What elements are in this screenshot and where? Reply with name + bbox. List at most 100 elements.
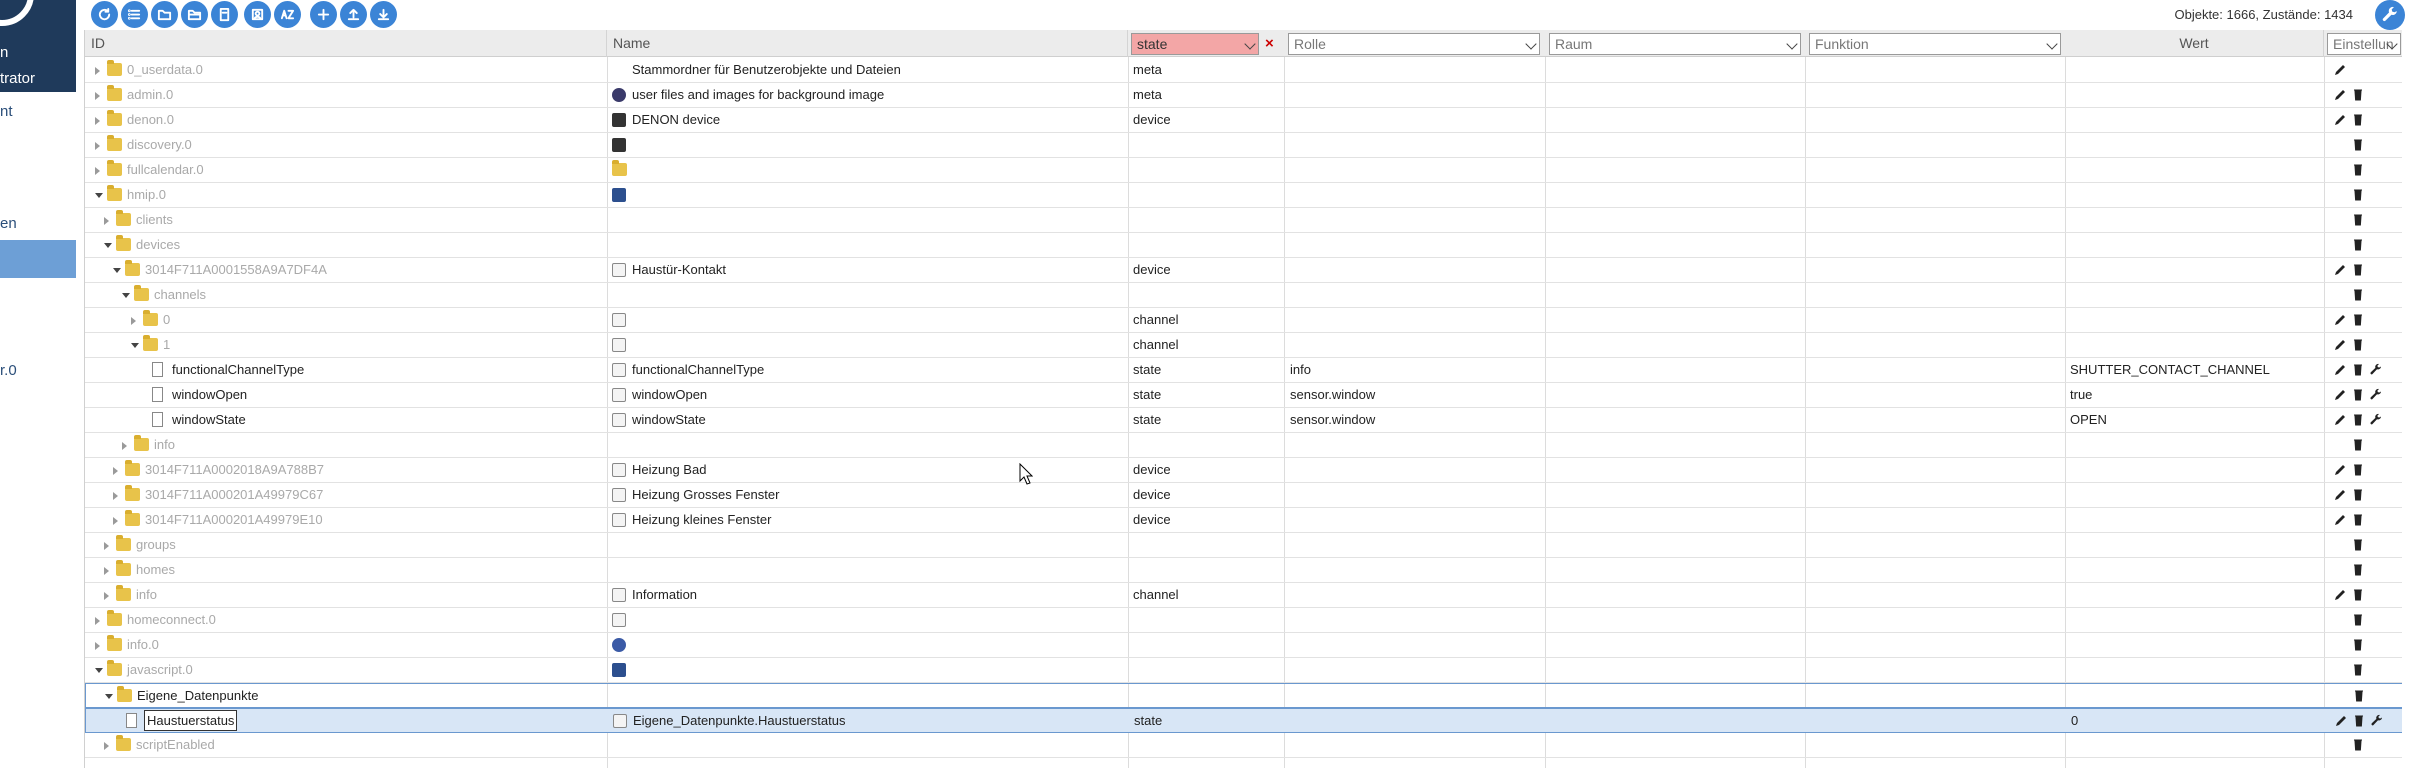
caret-right-icon[interactable] bbox=[122, 442, 127, 450]
caret-right-icon[interactable] bbox=[113, 517, 118, 525]
sidebar-item-1[interactable]: en bbox=[0, 215, 17, 232]
table-row[interactable]: channels bbox=[85, 283, 2402, 308]
caret-right-icon[interactable] bbox=[95, 167, 100, 175]
column-header-name[interactable]: Name bbox=[607, 30, 1128, 57]
delete-icon[interactable] bbox=[2350, 362, 2366, 378]
table-row[interactable]: 3014F711A0002018A9A788B7 Heizung Bad devic… bbox=[85, 458, 2402, 483]
edit-icon[interactable] bbox=[2332, 62, 2348, 78]
delete-icon[interactable] bbox=[2350, 462, 2366, 478]
delete-icon[interactable] bbox=[2351, 688, 2367, 704]
function-filter-select[interactable]: Funktion bbox=[1809, 33, 2061, 55]
edit-icon[interactable] bbox=[2332, 387, 2348, 403]
table-row[interactable]: 0 channel bbox=[85, 308, 2402, 333]
caret-down-icon[interactable] bbox=[95, 193, 103, 198]
upload-button[interactable] bbox=[340, 1, 367, 28]
delete-icon[interactable] bbox=[2350, 237, 2366, 253]
delete-icon[interactable] bbox=[2350, 537, 2366, 553]
row-value[interactable] bbox=[2070, 133, 2320, 157]
document-button[interactable] bbox=[211, 1, 238, 28]
table-row[interactable]: 1 channel bbox=[85, 333, 2402, 358]
caret-right-icon[interactable] bbox=[104, 592, 109, 600]
row-value[interactable] bbox=[2070, 333, 2320, 357]
delete-icon[interactable] bbox=[2350, 212, 2366, 228]
row-value[interactable] bbox=[2070, 483, 2320, 507]
table-row[interactable]: groups bbox=[85, 533, 2402, 558]
caret-down-icon[interactable] bbox=[122, 293, 130, 298]
caret-right-icon[interactable] bbox=[95, 617, 100, 625]
table-row[interactable]: info.0 bbox=[85, 633, 2402, 658]
row-value[interactable] bbox=[2070, 208, 2320, 232]
delete-icon[interactable] bbox=[2350, 437, 2366, 453]
sidebar-item-3[interactable]: r.0 bbox=[0, 362, 17, 379]
sidebar-item-0[interactable]: nt bbox=[0, 103, 13, 120]
row-value[interactable]: SHUTTER_CONTACT_CHANNEL bbox=[2070, 358, 2320, 382]
table-row[interactable]: 3014F711A0001558A9A7DF4A Haustür-Kontakt d… bbox=[85, 258, 2402, 283]
caret-right-icon[interactable] bbox=[104, 542, 109, 550]
delete-icon[interactable] bbox=[2350, 512, 2366, 528]
caret-right-icon[interactable] bbox=[95, 92, 100, 100]
delete-icon[interactable] bbox=[2350, 412, 2366, 428]
caret-right-icon[interactable] bbox=[131, 317, 136, 325]
row-value[interactable] bbox=[2070, 733, 2320, 757]
delete-icon[interactable] bbox=[2350, 662, 2366, 678]
edit-icon[interactable] bbox=[2332, 512, 2348, 528]
row-value[interactable] bbox=[2070, 458, 2320, 482]
wrench-icon[interactable] bbox=[2369, 713, 2385, 729]
table-row[interactable]: homes bbox=[85, 558, 2402, 583]
row-value[interactable] bbox=[2070, 183, 2320, 207]
table-row[interactable]: denon.0 DENON device device bbox=[85, 108, 2402, 133]
table-row[interactable]: scriptEnabled bbox=[85, 733, 2402, 758]
caret-right-icon[interactable] bbox=[104, 742, 109, 750]
delete-icon[interactable] bbox=[2350, 737, 2366, 753]
row-value[interactable] bbox=[2070, 58, 2320, 82]
delete-icon[interactable] bbox=[2350, 112, 2366, 128]
room-filter-select[interactable]: Raum bbox=[1549, 33, 1801, 55]
wrench-icon[interactable] bbox=[2368, 387, 2384, 403]
row-value[interactable] bbox=[2070, 108, 2320, 132]
delete-icon[interactable] bbox=[2350, 337, 2366, 353]
row-value[interactable] bbox=[2070, 608, 2320, 632]
row-value[interactable] bbox=[2070, 508, 2320, 532]
edit-icon[interactable] bbox=[2332, 587, 2348, 603]
sidebar-item-objects-active[interactable] bbox=[0, 240, 76, 278]
caret-down-icon[interactable] bbox=[104, 243, 112, 248]
caret-right-icon[interactable] bbox=[95, 642, 100, 650]
row-value[interactable]: OPEN bbox=[2070, 408, 2320, 432]
table-row[interactable]: 3014F711A000201A49979C67 Heizung Grosses … bbox=[85, 483, 2402, 508]
collapse-all-button[interactable] bbox=[151, 1, 178, 28]
table-row[interactable]: 0_userdata.0 Stammordner für Benutzerobje… bbox=[85, 58, 2402, 83]
table-row[interactable]: windowState windowState state sensor.window… bbox=[85, 408, 2402, 433]
list-view-button[interactable] bbox=[121, 1, 148, 28]
table-row[interactable]: admin.0 user files and images for backgro… bbox=[85, 83, 2402, 108]
expand-all-button[interactable] bbox=[181, 1, 208, 28]
wrench-icon[interactable] bbox=[2368, 362, 2384, 378]
column-header-id[interactable]: ID bbox=[85, 30, 607, 57]
edit-icon[interactable] bbox=[2332, 362, 2348, 378]
row-value[interactable] bbox=[2070, 433, 2320, 457]
row-value[interactable] bbox=[2070, 308, 2320, 332]
table-row[interactable]: clients bbox=[85, 208, 2402, 233]
add-object-button[interactable] bbox=[310, 1, 337, 28]
delete-icon[interactable] bbox=[2350, 262, 2366, 278]
delete-icon[interactable] bbox=[2350, 87, 2366, 103]
caret-right-icon[interactable] bbox=[95, 67, 100, 75]
caret-right-icon[interactable] bbox=[95, 142, 100, 150]
table-row[interactable]: windowOpen windowOpen state sensor.window tr… bbox=[85, 383, 2402, 408]
caret-right-icon[interactable] bbox=[104, 217, 109, 225]
column-header-value[interactable]: Wert bbox=[2065, 30, 2324, 57]
type-filter-select[interactable]: state bbox=[1131, 33, 1259, 55]
delete-icon[interactable] bbox=[2350, 162, 2366, 178]
table-row[interactable]: Eigene_Datenpunkte bbox=[85, 683, 2402, 708]
edit-icon[interactable] bbox=[2332, 462, 2348, 478]
wrench-icon[interactable] bbox=[2368, 412, 2384, 428]
delete-icon[interactable] bbox=[2350, 487, 2366, 503]
sort-button[interactable] bbox=[274, 1, 301, 28]
table-row[interactable]: fullcalendar.0 bbox=[85, 158, 2402, 183]
caret-right-icon[interactable] bbox=[113, 492, 118, 500]
caret-down-icon[interactable] bbox=[113, 268, 121, 273]
delete-icon[interactable] bbox=[2350, 187, 2366, 203]
download-button[interactable] bbox=[370, 1, 397, 28]
table-row[interactable]: info bbox=[85, 433, 2402, 458]
edit-icon[interactable] bbox=[2332, 412, 2348, 428]
edit-icon[interactable] bbox=[2333, 713, 2349, 729]
